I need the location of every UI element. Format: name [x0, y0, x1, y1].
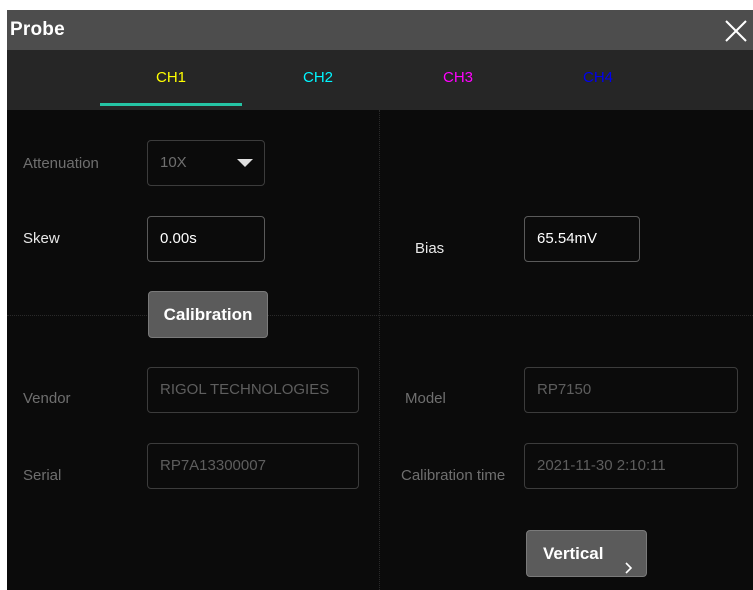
vendor-field: RIGOL TECHNOLOGIES — [147, 367, 359, 413]
probe-dialog: Probe CH1 CH2 CH3 CH4 Attenuation 10X Sk… — [7, 10, 753, 590]
dialog-title: Probe — [10, 19, 65, 40]
caret-down-icon — [237, 159, 253, 167]
vendor-label: Vendor — [23, 390, 71, 407]
tab-ch3[interactable]: CH3 — [387, 50, 529, 110]
vertical-button-label: Vertical — [543, 544, 604, 563]
bias-label: Bias — [415, 240, 445, 257]
grid-line-horizontal — [7, 315, 753, 316]
grid-line-vertical — [379, 110, 380, 590]
calibration-time-field: 2021-11-30 2:10:11 — [524, 443, 738, 489]
tab-label-ch3: CH3 — [442, 69, 473, 86]
tab-ch2[interactable]: CH2 — [247, 50, 389, 110]
attenuation-select[interactable]: 10X — [147, 140, 265, 186]
attenuation-label: Attenuation — [23, 155, 99, 172]
active-tab-indicator — [100, 103, 242, 106]
probe-settings-panel: Attenuation 10X Skew 0.00s Bias 65.54mV … — [7, 110, 753, 590]
skew-label: Skew — [23, 230, 60, 247]
tab-ch1[interactable]: CH1 — [100, 50, 242, 110]
skew-input[interactable]: 0.00s — [147, 216, 265, 262]
vertical-button[interactable]: Vertical — [526, 530, 647, 577]
serial-field: RP7A13300007 — [147, 443, 359, 489]
calibration-button[interactable]: Calibration — [148, 291, 268, 338]
channel-tabs: CH1 CH2 CH3 CH4 — [7, 50, 753, 110]
calibration-time-label: Calibration time — [401, 467, 506, 484]
bias-input[interactable]: 65.54mV — [524, 216, 640, 262]
model-label: Model — [405, 390, 446, 407]
tab-label-ch1: CH1 — [155, 69, 186, 86]
tab-label-ch4: CH4 — [582, 69, 613, 86]
title-bar: Probe — [7, 10, 753, 50]
tab-label-ch2: CH2 — [302, 69, 333, 86]
attenuation-value: 10X — [160, 154, 187, 171]
tab-ch4[interactable]: CH4 — [527, 50, 669, 110]
serial-label: Serial — [23, 467, 62, 484]
close-icon[interactable] — [721, 16, 751, 46]
model-field: RP7150 — [524, 367, 738, 413]
chevron-right-icon — [623, 547, 635, 574]
